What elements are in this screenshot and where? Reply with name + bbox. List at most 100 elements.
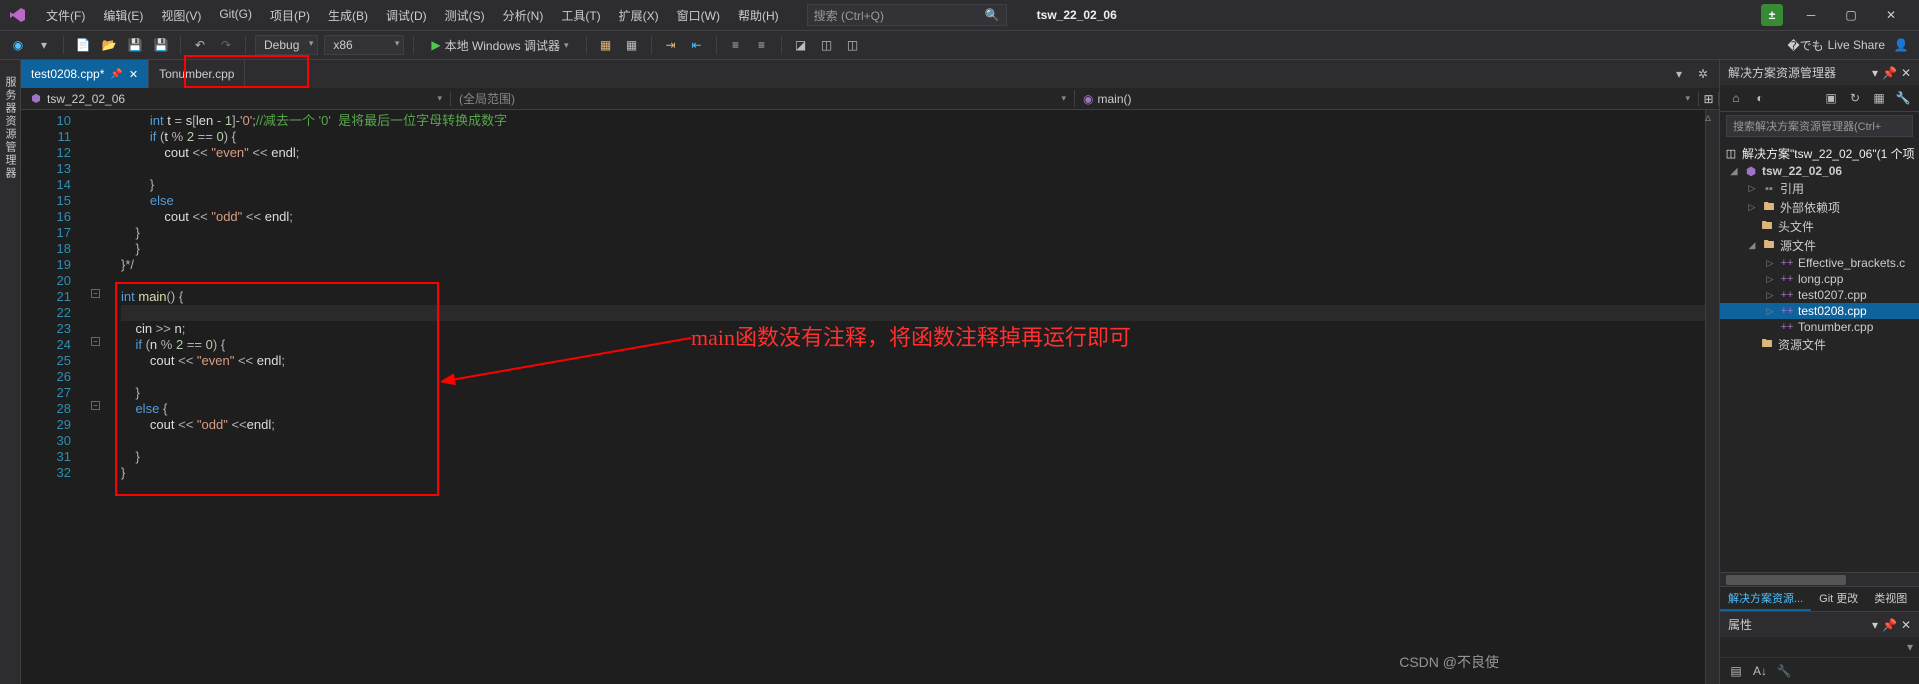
menu-item[interactable]: 项目(P)	[262, 3, 318, 28]
tab-dropdown-icon[interactable]: ▾	[1669, 64, 1689, 84]
save-all-button[interactable]: 💾	[151, 35, 171, 55]
sync-icon[interactable]: ↻	[1845, 88, 1865, 108]
breadcrumb-split[interactable]: ⊞	[1699, 92, 1719, 106]
resources-node[interactable]: 🖿 资源文件	[1720, 335, 1919, 354]
menu-item[interactable]: 扩展(X)	[611, 3, 667, 28]
tab-settings-icon[interactable]: ✲	[1693, 64, 1713, 84]
prop-wrench-icon[interactable]: 🔧	[1774, 661, 1794, 681]
save-button[interactable]: 💾	[125, 35, 145, 55]
prop-az-icon[interactable]: A↓	[1750, 661, 1770, 681]
file-tab-inactive[interactable]: Tonumber.cpp	[149, 60, 245, 88]
panel-bottom-tab[interactable]: 解决方案资源...	[1720, 587, 1811, 611]
fold-toggle[interactable]: −	[91, 401, 100, 410]
chevron-right-icon[interactable]: ▷	[1764, 290, 1776, 301]
menu-item[interactable]: 分析(N)	[495, 3, 552, 28]
menu-item[interactable]: 生成(B)	[320, 3, 376, 28]
tool-btn-2[interactable]: ▦	[622, 35, 642, 55]
pin-icon[interactable]: 📌	[110, 69, 122, 80]
tool-btn-4[interactable]: ⇤	[687, 35, 707, 55]
chevron-right-icon[interactable]: ▷	[1746, 183, 1758, 194]
solution-search[interactable]: 搜索解决方案资源管理器(Ctrl+	[1726, 115, 1913, 137]
platform-dropdown[interactable]: x86	[324, 35, 404, 55]
project-node[interactable]: ◢ ⬢ tsw_22_02_06	[1720, 163, 1919, 179]
menu-item[interactable]: 文件(F)	[38, 3, 93, 28]
menu-item[interactable]: 测试(S)	[437, 3, 493, 28]
source-file-item[interactable]: ▷++test0208.cpp	[1720, 303, 1919, 319]
prop-cat-icon[interactable]: ▤	[1726, 661, 1746, 681]
close-icon[interactable]: ✕	[129, 68, 138, 81]
redo-button[interactable]: ↷	[216, 35, 236, 55]
bookmark-button[interactable]: ◪	[791, 35, 811, 55]
chevron-right-icon[interactable]: ▷	[1764, 306, 1776, 317]
file-tab-active[interactable]: test0208.cpp* 📌 ✕	[21, 60, 149, 88]
panel-dropdown-icon[interactable]: ▾	[1872, 66, 1878, 80]
chevron-right-icon[interactable]: ▷	[1764, 258, 1776, 269]
panel-scrollbar[interactable]	[1720, 572, 1919, 586]
split-icon[interactable]: ▵	[1705, 110, 1719, 124]
panel-bottom-tab[interactable]: Git 更改	[1811, 587, 1866, 611]
panel-pin-icon[interactable]: 📌	[1882, 66, 1897, 80]
solution-root[interactable]: ◫ 解决方案"tsw_22_02_06"(1 个项	[1720, 144, 1919, 163]
source-file-item[interactable]: ++Tonumber.cpp	[1720, 319, 1919, 335]
side-tab[interactable]: 服务器资源管理器	[0, 68, 20, 684]
home-icon[interactable]: ⌂	[1726, 88, 1746, 108]
external-node[interactable]: ▷ 🖿 外部依赖项	[1720, 198, 1919, 217]
chevron-down-icon[interactable]: ◢	[1728, 166, 1740, 177]
breadcrumb-func[interactable]: ◉ main() ▾	[1075, 92, 1699, 106]
fold-toggle[interactable]: −	[91, 289, 100, 298]
panel-close-icon[interactable]: ✕	[1901, 66, 1911, 80]
liveshare-button[interactable]: �でも Live Share	[1787, 37, 1885, 54]
chevron-right-icon[interactable]: ▷	[1764, 274, 1776, 285]
close-button[interactable]: ✕	[1871, 1, 1911, 29]
prop-dropdown[interactable]: ▾	[1720, 637, 1919, 658]
sources-node[interactable]: ◢ 🖿 源文件	[1720, 236, 1919, 255]
panel-pin-icon[interactable]: 📌	[1882, 618, 1897, 632]
refs-node[interactable]: ▷ ▪▪ 引用	[1720, 179, 1919, 198]
panel-dropdown-icon[interactable]: ▾	[1872, 618, 1878, 632]
undo-button[interactable]: ↶	[190, 35, 210, 55]
chevron-right-icon[interactable]: ▷	[1746, 202, 1758, 213]
search-input[interactable]: 搜索 (Ctrl+Q) 🔍	[807, 4, 1007, 26]
menu-item[interactable]: 视图(V)	[153, 3, 209, 28]
show-all-icon[interactable]: ▦	[1869, 88, 1889, 108]
fold-toggle[interactable]: −	[91, 337, 100, 346]
collapse-icon[interactable]: ▣	[1821, 88, 1841, 108]
panel-bottom-tab[interactable]: 类视图	[1866, 587, 1915, 611]
menu-item[interactable]: 窗口(W)	[669, 3, 728, 28]
code-content[interactable]: int t = s[len - 1]-'0';//减去一个 '0' 是将最后一位…	[121, 110, 1705, 684]
tool-btn-5[interactable]: ◫	[817, 35, 837, 55]
new-file-button[interactable]: 📄	[73, 35, 93, 55]
source-file-item[interactable]: ▷++test0207.cpp	[1720, 287, 1919, 303]
maximize-button[interactable]: ▢	[1831, 1, 1871, 29]
scroll-strip[interactable]: ▵	[1705, 110, 1719, 684]
config-dropdown[interactable]: Debug	[255, 35, 318, 55]
run-button[interactable]: ▶ 本地 Windows 调试器 ▾	[423, 35, 576, 56]
open-button[interactable]: 📂	[99, 35, 119, 55]
menu-item[interactable]: 调试(D)	[378, 3, 435, 28]
panel-close-icon[interactable]: ✕	[1901, 618, 1911, 632]
code-editor[interactable]: 1011121314151617181920212223242526272829…	[21, 110, 1719, 684]
uncomment-button[interactable]: ≡	[752, 35, 772, 55]
nav-back-button[interactable]: ◉	[8, 35, 28, 55]
menu-item[interactable]: Git(G)	[211, 3, 260, 28]
source-file-item[interactable]: ▷++long.cpp	[1720, 271, 1919, 287]
tool-btn-1[interactable]: ▦	[596, 35, 616, 55]
menu-item[interactable]: 编辑(E)	[95, 3, 151, 28]
headers-node[interactable]: 🖿 头文件	[1720, 217, 1919, 236]
chevron-down-icon[interactable]: ◢	[1746, 240, 1758, 251]
breadcrumb-scope[interactable]: (全局范围) ▾	[451, 90, 1075, 107]
tool-btn-3[interactable]: ⇥	[661, 35, 681, 55]
props-icon[interactable]: 🔧	[1893, 88, 1913, 108]
admin-icon[interactable]: 👤	[1891, 35, 1911, 55]
user-badge[interactable]: ±	[1761, 4, 1783, 26]
breadcrumb-project[interactable]: ⬢ tsw_22_02_06 ▾	[21, 92, 451, 106]
menu-item[interactable]: 工具(T)	[553, 3, 608, 28]
comment-button[interactable]: ≡	[726, 35, 746, 55]
source-file-item[interactable]: ▷++Effective_brackets.c	[1720, 255, 1919, 271]
nav-fwd-button[interactable]: ▾	[34, 35, 54, 55]
solution-tree: ◫ 解决方案"tsw_22_02_06"(1 个项 ◢ ⬢ tsw_22_02_…	[1720, 140, 1919, 572]
minimize-button[interactable]: ─	[1791, 1, 1831, 29]
tool-btn-6[interactable]: ◫	[843, 35, 863, 55]
menu-item[interactable]: 帮助(H)	[730, 3, 787, 28]
tool-icon[interactable]: ◐	[1750, 88, 1770, 108]
